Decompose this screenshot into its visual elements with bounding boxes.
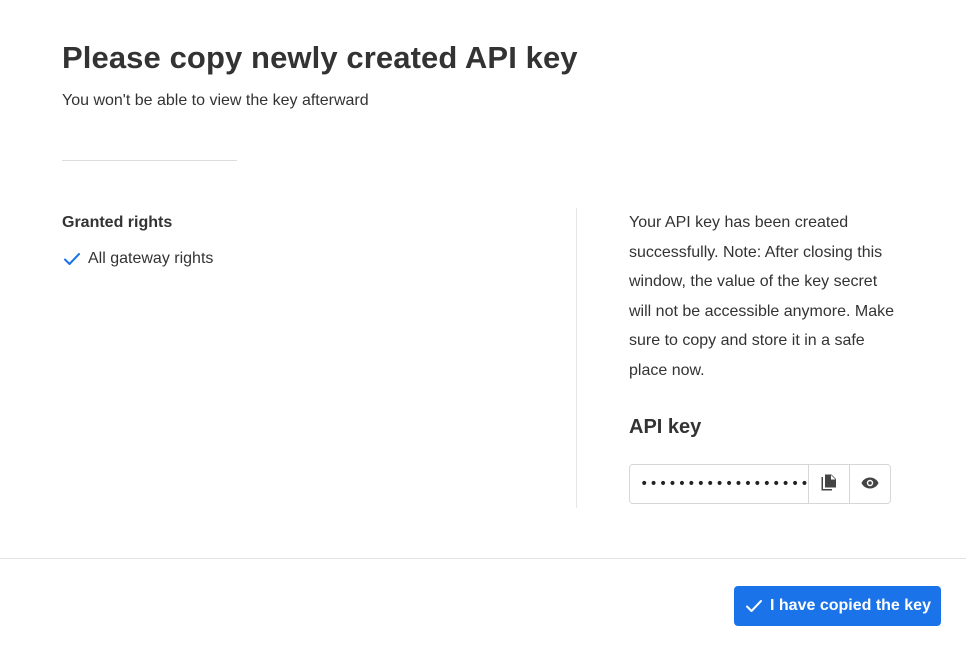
checkmark-icon — [744, 596, 764, 616]
api-key-label: API key — [629, 416, 702, 438]
eye-icon — [861, 477, 879, 492]
granted-rights-heading: Granted rights — [62, 214, 173, 231]
title-divider — [62, 160, 237, 161]
api-key-note: Your API key has been created successful… — [629, 214, 895, 379]
copy-icon — [821, 474, 837, 495]
modal-subtitle: You won't be able to view the key afterw… — [62, 92, 369, 109]
copy-key-button[interactable] — [808, 465, 849, 503]
api-key-field-group — [629, 464, 891, 504]
column-divider — [576, 208, 577, 508]
checkmark-icon — [62, 249, 82, 269]
granted-right-label: All gateway rights — [88, 250, 214, 267]
reveal-key-button[interactable] — [849, 465, 890, 503]
api-key-info-section: Your API key has been created successful… — [629, 208, 899, 504]
api-key-modal: Please copy newly created API key You wo… — [0, 0, 966, 652]
copied-key-confirm-button[interactable]: I have copied the key — [734, 586, 941, 626]
footer-divider — [0, 558, 966, 559]
granted-right-item: All gateway rights — [62, 248, 542, 270]
modal-title: Please copy newly created API key — [62, 40, 578, 75]
api-key-input[interactable] — [630, 465, 808, 503]
granted-rights-section: Granted rights All gateway rights — [62, 212, 542, 270]
confirm-button-label: I have copied the key — [770, 597, 931, 614]
